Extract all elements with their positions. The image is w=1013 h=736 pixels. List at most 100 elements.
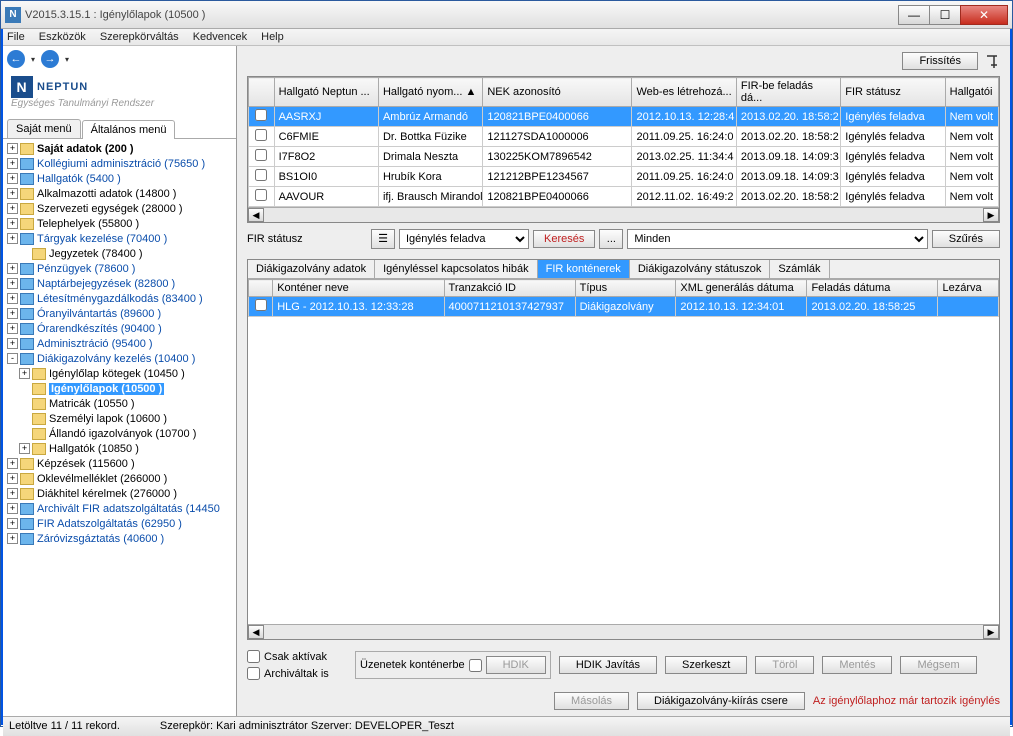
tree-toggle-icon[interactable]: + [7, 323, 18, 334]
tree-toggle-icon[interactable]: + [7, 278, 18, 289]
tree-toggle-icon[interactable]: + [7, 143, 18, 154]
nav-forward-icon[interactable]: → [41, 50, 59, 68]
column-header[interactable] [249, 78, 275, 107]
tree-toggle-icon[interactable]: + [7, 188, 18, 199]
tree-item[interactable]: +Igénylőlap kötegek (10450 ) [5, 366, 236, 381]
tree-toggle-icon[interactable]: + [7, 488, 18, 499]
delete-button[interactable]: Töröl [755, 656, 814, 674]
tree-item[interactable]: -Diákigazolvány kezelés (10400 ) [5, 351, 236, 366]
tree-item[interactable]: +Kollégiumi adminisztráció (75650 ) [5, 156, 236, 171]
column-header[interactable]: Hallgatói [945, 78, 998, 107]
tree-item[interactable]: +Képzések (115600 ) [5, 456, 236, 471]
tab-altalanos-menu[interactable]: Általános menü [82, 120, 176, 139]
tree-item[interactable]: Állandó igazolványok (10700 ) [5, 426, 236, 441]
menu-kedvencek[interactable]: Kedvencek [193, 31, 247, 43]
table-row[interactable]: I7F8O2Drimala Neszta130225KOM78965422013… [249, 147, 999, 167]
only-active-checkbox[interactable]: Csak aktívak [247, 650, 347, 663]
search-button[interactable]: Keresés [533, 230, 595, 248]
nav-forward-dropdown[interactable]: ▾ [65, 55, 69, 64]
column-header[interactable]: NEK azonosító [483, 78, 632, 107]
column-header[interactable]: Web-es létrehozá... [632, 78, 736, 107]
tree-item[interactable]: +Szervezeti egységek (28000 ) [5, 201, 236, 216]
column-header[interactable]: Lezárva [938, 280, 999, 297]
tree-toggle-icon[interactable]: + [7, 458, 18, 469]
tree-toggle-icon[interactable]: + [7, 293, 18, 304]
tree-toggle-icon[interactable]: + [19, 368, 30, 379]
table-row[interactable]: AASRXJAmbrúz Armandó120821BPE04000662012… [249, 107, 999, 127]
row-checkbox[interactable] [255, 169, 267, 181]
menu-help[interactable]: Help [261, 31, 284, 43]
detail-tab[interactable]: Igényléssel kapcsolatos hibák [375, 260, 538, 278]
tree-item[interactable]: +Hallgatók (5400 ) [5, 171, 236, 186]
tree-item[interactable]: +Pénzügyek (78600 ) [5, 261, 236, 276]
scroll-right-icon[interactable]: ▶ [983, 208, 999, 222]
tree-item[interactable]: +Záróvizsgáztatás (40600 ) [5, 531, 236, 546]
tree-toggle-icon[interactable]: + [7, 203, 18, 214]
tree-toggle-icon[interactable]: + [7, 503, 18, 514]
detail-tab[interactable]: FIR konténerek [538, 260, 630, 278]
menu-szerepkorvaltas[interactable]: Szerepkörváltás [100, 31, 179, 43]
column-header[interactable]: Hallgató nyom... ▲ [378, 78, 482, 107]
tree-item[interactable]: +Naptárbejegyzések (82800 ) [5, 276, 236, 291]
tree-toggle-icon[interactable]: + [7, 158, 18, 169]
edit-button[interactable]: Szerkeszt [665, 656, 747, 674]
column-header[interactable]: Tranzakció ID [444, 280, 575, 297]
tree-view[interactable]: +Saját adatok (200 )+Kollégiumi adminisz… [3, 139, 236, 716]
copy-button[interactable]: Másolás [554, 692, 629, 710]
column-header[interactable] [249, 280, 273, 297]
tree-toggle-icon[interactable]: + [7, 533, 18, 544]
tree-item[interactable]: Igénylőlapok (10500 ) [5, 381, 236, 396]
tree-toggle-icon[interactable]: + [7, 338, 18, 349]
detail-tab[interactable]: Diákigazolvány adatok [248, 260, 375, 278]
close-button[interactable]: ✕ [960, 5, 1008, 25]
tree-item[interactable]: +Telephelyek (55800 ) [5, 216, 236, 231]
detail-tab[interactable]: Számlák [770, 260, 829, 278]
row-checkbox[interactable] [255, 109, 267, 121]
tree-toggle-icon[interactable]: + [7, 518, 18, 529]
tree-item[interactable]: +Archivált FIR adatszolgáltatás (14450 [5, 501, 236, 516]
tree-item[interactable]: +Alkalmazotti adatok (14800 ) [5, 186, 236, 201]
table-row[interactable]: AAVOURifj. Brausch Mirandol120821BPE0400… [249, 187, 999, 207]
tree-item[interactable]: +Adminisztráció (95400 ) [5, 336, 236, 351]
archived-checkbox[interactable]: Archiváltak is [247, 667, 347, 680]
tree-toggle-icon[interactable]: + [7, 308, 18, 319]
detail-scroll-right-icon[interactable]: ▶ [983, 625, 999, 639]
tree-item[interactable]: +Diákhitel kérelmek (276000 ) [5, 486, 236, 501]
detail-scroll-left-icon[interactable]: ◀ [248, 625, 264, 639]
menu-eszkozok[interactable]: Eszközök [39, 31, 86, 43]
messages-to-container-checkbox[interactable] [469, 659, 482, 672]
pin-icon[interactable] [984, 53, 1000, 69]
nav-back-icon[interactable]: ← [7, 50, 25, 68]
save-button[interactable]: Mentés [822, 656, 892, 674]
hdik-button[interactable]: HDIK [486, 656, 546, 674]
search-more-button[interactable]: ... [599, 229, 623, 249]
minimize-button[interactable]: — [898, 5, 930, 25]
filter-scope-select[interactable]: Minden [627, 229, 927, 249]
tree-item[interactable]: +Saját adatok (200 ) [5, 141, 236, 156]
table-row[interactable]: HLG - 2012.10.13. 12:33:2840007112101374… [249, 297, 999, 317]
tab-sajat-menu[interactable]: Saját menü [7, 119, 81, 138]
table-row[interactable]: BS1OI0Hrubík Kora121212BPE12345672011.09… [249, 167, 999, 187]
column-header[interactable]: FIR státusz [841, 78, 945, 107]
tree-item[interactable]: +Tárgyak kezelése (70400 ) [5, 231, 236, 246]
tree-toggle-icon[interactable]: + [7, 218, 18, 229]
column-header[interactable]: XML generálás dátuma [676, 280, 807, 297]
column-header[interactable]: FIR-be feladás dá... [736, 78, 840, 107]
filter-button[interactable]: Szűrés [932, 230, 1000, 248]
tree-item[interactable]: Jegyzetek (78400 ) [5, 246, 236, 261]
scroll-left-icon[interactable]: ◀ [248, 208, 264, 222]
tree-toggle-icon[interactable]: + [19, 443, 30, 454]
hdik-javitas-button[interactable]: HDIK Javítás [559, 656, 657, 674]
column-header[interactable]: Konténer neve [273, 280, 444, 297]
tree-item[interactable]: +Órarendkészítés (90400 ) [5, 321, 236, 336]
tree-item[interactable]: +Létesítménygazdálkodás (83400 ) [5, 291, 236, 306]
tree-item[interactable]: +Oklevélmelléklet (266000 ) [5, 471, 236, 486]
tree-toggle-icon[interactable]: + [7, 473, 18, 484]
tree-toggle-icon[interactable]: + [7, 233, 18, 244]
main-grid[interactable]: Hallgató Neptun ...Hallgató nyom... ▲NEK… [247, 76, 1000, 223]
tree-toggle-icon[interactable]: + [7, 263, 18, 274]
nav-back-dropdown[interactable]: ▾ [31, 55, 35, 64]
filter-status-select[interactable]: Igénylés feladva [399, 229, 529, 249]
tree-item[interactable]: +FIR Adatszolgáltatás (62950 ) [5, 516, 236, 531]
tree-toggle-icon[interactable]: + [7, 173, 18, 184]
